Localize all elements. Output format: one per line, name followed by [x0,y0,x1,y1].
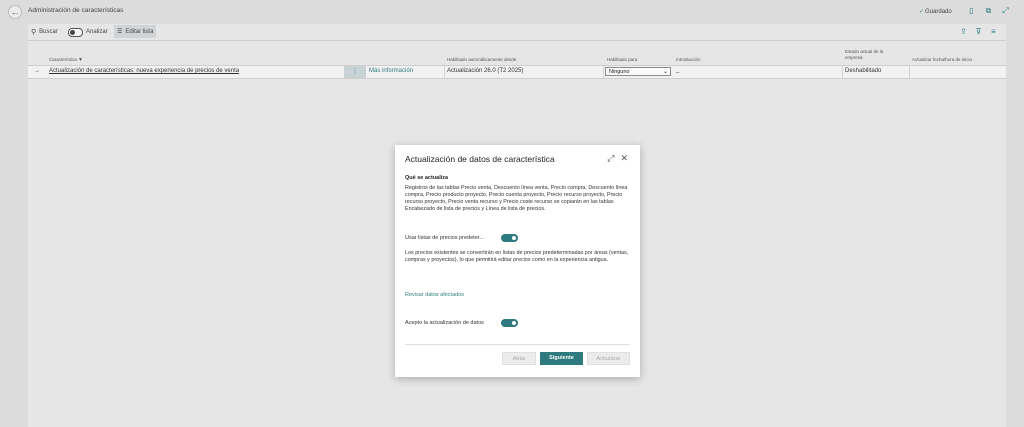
column-header-enabled-for[interactable]: Habilitado para [607,57,637,63]
update-button[interactable]: Actualizar [587,352,630,365]
expand-icon[interactable]: ⤢ [1001,6,1010,15]
accept-label: Acepto la actualización de datos [405,320,484,326]
top-icons: ▯ ⧉ ⤢ [967,6,1010,15]
filter-icon[interactable]: ⊽ [974,27,983,36]
top-bar: ← Administración de características ✓Gua… [0,0,1024,24]
column-header-enabled-from[interactable]: Habilitado automáticamente desde [447,57,516,63]
chevron-down-icon: ⌄ [662,69,668,75]
action-bar: ⚲ Buscar Analizar ☰ Editar lista ⇪ ⊽ ≡ [28,24,1006,41]
menu-icon[interactable]: ≡ [989,27,998,36]
close-icon[interactable]: ✕ [620,153,628,164]
intro-value: _ [676,67,680,73]
share-icon[interactable]: ⇪ [959,27,968,36]
row-arrow-icon: → [34,68,40,74]
column-header-update-date[interactable]: Actualizar fecha/hora de inicio [912,57,972,63]
column-header-state[interactable]: Estado actual de la empresa [845,49,883,61]
row-actions-icon[interactable]: ⋮ [344,66,366,78]
search-icon: ⚲ [31,29,37,36]
saved-status: ✓Guardado [919,8,952,15]
back-button[interactable]: Atrás [502,352,536,365]
enabled-for-value: Ninguno [609,69,630,75]
column-state-line2: empresa [845,55,863,60]
column-divider [603,66,604,78]
review-affected-data-link[interactable]: Revisar datos afectados [405,292,464,298]
analyze-toggle[interactable] [68,27,83,37]
page-title: Administración de características [28,7,124,14]
dialog-window-actions: ⤢ ✕ [607,153,628,164]
column-feature-label: Característica [49,57,77,62]
next-button[interactable]: Siguiente [540,352,583,365]
filter-active-icon: ▼ [78,57,83,63]
use-default-toggle[interactable] [501,234,518,242]
search-action[interactable]: ⚲ Buscar [31,27,58,37]
feature-name-link[interactable]: Actualización de características: nueva … [49,68,239,74]
column-divider [444,66,445,78]
back-arrow-icon[interactable]: ← [8,5,22,19]
enabled-from-value: Actualización 26.0 (T2 2025) [447,68,524,74]
bookmark-icon[interactable]: ▯ [967,6,976,15]
list-action-icons: ⇪ ⊽ ≡ [959,27,998,36]
update-description: Registros de las tablas Precio venta, De… [405,185,628,212]
search-label: Buscar [39,29,58,35]
checkmark-icon: ✓ [919,9,925,15]
open-new-window-icon[interactable]: ⧉ [984,6,993,15]
feature-data-update-dialog: Actualización de datos de característica… [395,145,640,377]
column-divider [842,66,843,78]
edit-list-label: Editar lista [125,28,154,35]
saved-label: Guardado [925,9,952,15]
use-default-label: Usar listas de precios predeter... [405,235,484,241]
state-value: Deshabilitado [845,68,882,74]
column-header-intro[interactable]: Introducción [676,57,701,63]
edit-list-button[interactable]: ☰ Editar lista [114,25,157,38]
use-default-note: Los precios existentes se convertirán en… [405,250,629,263]
section-title: Qué se actualiza [405,175,449,181]
column-header-feature[interactable]: Característica ▼ [49,57,83,63]
enabled-for-select[interactable]: Ninguno ⌄ [605,67,671,76]
list-icon: ☰ [117,29,123,35]
table-row[interactable]: → Actualización de características: nuev… [28,65,1006,79]
column-divider [909,66,910,78]
analyze-action[interactable]: Analizar [68,27,108,37]
more-info-link[interactable]: Más información [369,68,413,74]
dialog-divider [405,344,630,345]
expand-icon[interactable]: ⤢ [607,153,614,164]
analyze-label: Analizar [86,29,108,35]
accept-toggle[interactable] [501,319,518,327]
dialog-title: Actualización de datos de característica [405,154,555,164]
